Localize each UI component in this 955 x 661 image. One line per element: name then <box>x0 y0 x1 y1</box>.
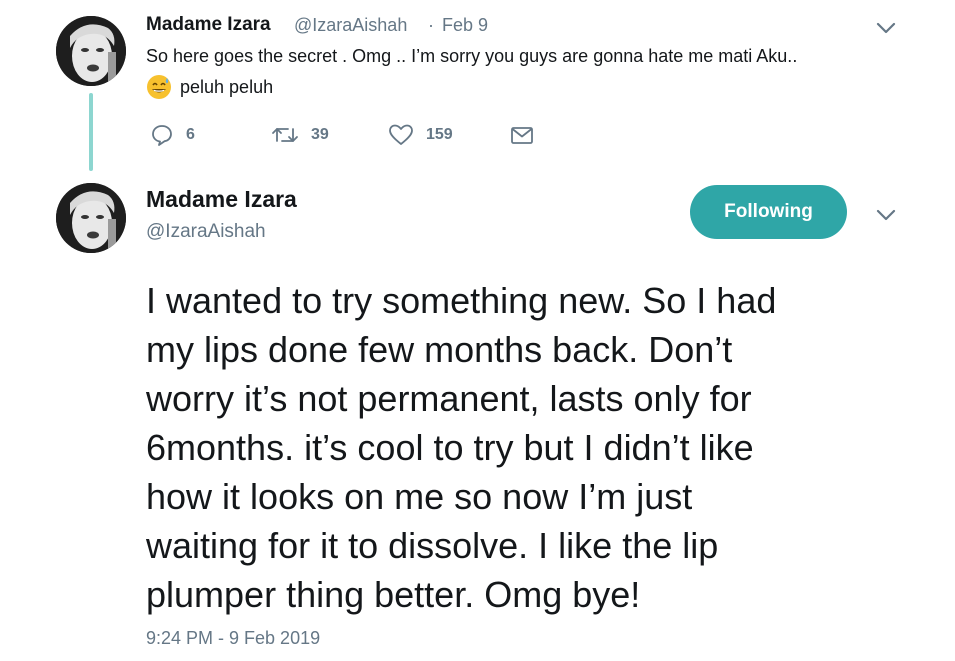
tweet-body-line: my lips done few months back. Don’t <box>146 329 733 370</box>
author-handle[interactable]: @IzaraAishah <box>146 221 266 243</box>
tweet-date[interactable]: Feb 9 <box>442 15 488 36</box>
avatar[interactable] <box>56 16 126 86</box>
tweet-text-continued: peluh peluh <box>180 77 274 97</box>
retweet-icon <box>272 128 298 142</box>
tweet-body-line: how it looks on me so now I’m just <box>146 476 693 517</box>
separator-dot: · <box>428 15 434 35</box>
avatar[interactable] <box>56 183 126 253</box>
like-count: 159 <box>426 126 453 143</box>
chevron-down-icon[interactable] <box>874 20 898 36</box>
heart-icon <box>389 124 413 145</box>
tweet-body-line: worry it’s not permanent, lasts only for <box>146 378 752 419</box>
envelope-icon <box>511 127 533 144</box>
thread-connector-line <box>89 93 93 171</box>
retweet-count: 39 <box>311 126 329 143</box>
author-name[interactable]: Madame Izara <box>146 14 271 36</box>
tweet-body-line: waiting for it to dissolve. I like the l… <box>146 525 719 566</box>
tweet-timestamp[interactable]: 9:24 PM - 9 Feb 2019 <box>146 628 320 649</box>
tweet-body: I wanted to try something new. So I had … <box>146 276 906 619</box>
reply-icon <box>152 125 172 146</box>
following-button[interactable]: Following <box>690 185 847 239</box>
author-handle[interactable]: @IzaraAishah <box>294 15 407 36</box>
tweet-body-line: 6months. it’s cool to try but I didn’t l… <box>146 427 754 468</box>
sweat-smile-emoji-icon <box>146 74 172 100</box>
tweet-body-line: I wanted to try something new. So I had <box>146 280 777 321</box>
reply-button[interactable]: 6 <box>150 123 195 147</box>
like-button[interactable]: 159 <box>388 123 453 147</box>
direct-message-button[interactable] <box>509 123 535 147</box>
tweet-text: So here goes the secret . Omg .. I’m sor… <box>146 46 798 66</box>
retweet-button[interactable]: 39 <box>271 123 329 147</box>
author-name[interactable]: Madame Izara <box>146 186 297 213</box>
tweet-body-line: plumper thing better. Omg bye! <box>146 574 641 615</box>
reply-count: 6 <box>186 126 195 143</box>
chevron-down-icon[interactable] <box>874 207 898 223</box>
